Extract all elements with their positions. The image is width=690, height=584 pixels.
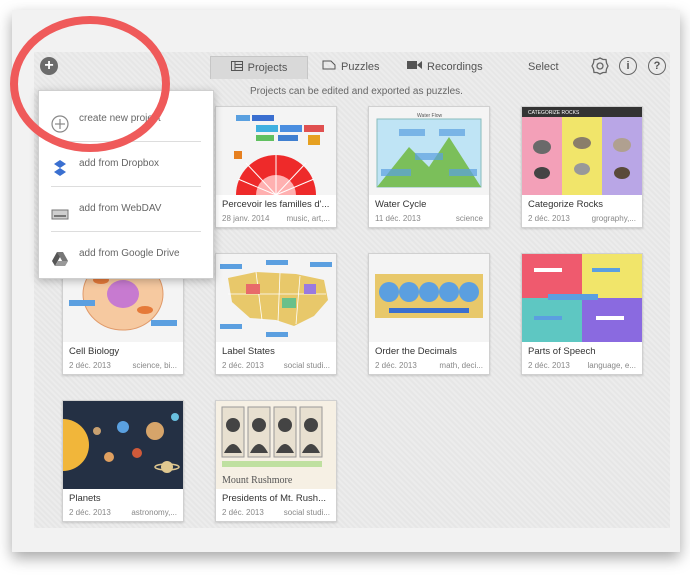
info-icon[interactable]: i <box>619 57 637 75</box>
camera-icon <box>407 56 422 78</box>
card-tags: social studi... <box>283 508 330 517</box>
card-title: Water Cycle <box>375 199 427 210</box>
card-date: 11 déc. 2013 <box>375 214 421 223</box>
gear-icon[interactable] <box>591 57 609 75</box>
thumbnail <box>216 107 336 195</box>
thumbnail <box>369 254 489 342</box>
thumbnail <box>522 254 642 342</box>
annotation-circle <box>10 16 170 152</box>
dropbox-icon <box>51 154 69 177</box>
card-tags: math, deci... <box>439 361 483 370</box>
card-tags: science, bi... <box>132 361 177 370</box>
card-title: Parts of Speech <box>528 346 596 357</box>
tab-puzzles-label: Puzzles <box>341 61 380 73</box>
puzzles-icon <box>322 56 336 78</box>
card-title: Label States <box>222 346 275 357</box>
card-date: 2 déc. 2013 <box>69 361 111 370</box>
project-card-categorize-rocks[interactable]: CATEGORIZE ROCKS Categorize Rocks 2 déc.… <box>521 106 643 228</box>
card-date: 28 janv. 2014 <box>222 214 270 223</box>
help-icon[interactable]: ? <box>648 57 666 75</box>
card-title: Presidents of Mt. Rush... <box>222 493 327 504</box>
drive-icon <box>51 199 69 220</box>
tab-projects[interactable]: Projects <box>210 56 308 79</box>
card-date: 2 déc. 2013 <box>69 508 111 517</box>
thumbnail <box>63 401 183 489</box>
card-title: Planets <box>69 493 101 504</box>
tab-puzzles[interactable]: Puzzles <box>322 56 380 78</box>
card-tags: grography,... <box>591 214 636 223</box>
card-tags: science <box>455 214 483 223</box>
tab-projects-label: Projects <box>247 62 288 74</box>
card-tags: language, e... <box>587 361 636 370</box>
card-title: Order the Decimals <box>375 346 457 357</box>
project-card-parts-of-speech[interactable]: Parts of Speech 2 déc. 2013 language, e.… <box>521 253 643 375</box>
projects-icon <box>230 57 243 79</box>
card-title: Percevoir les familles d'... <box>222 199 330 210</box>
tab-recordings-label: Recordings <box>427 61 483 73</box>
thumb-caption: Mount Rushmore <box>222 475 293 486</box>
menu-item-label: add from WebDAV <box>79 203 162 214</box>
card-date: 2 déc. 2013 <box>528 361 570 370</box>
card-date: 2 déc. 2013 <box>222 361 264 370</box>
google-drive-icon <box>51 244 69 267</box>
card-title: Cell Biology <box>69 346 120 357</box>
project-card-order-decimals[interactable]: Order the Decimals 2 déc. 2013 math, dec… <box>368 253 490 375</box>
card-date: 2 déc. 2013 <box>222 508 264 517</box>
project-card-percevoir[interactable]: Percevoir les familles d'... 28 janv. 20… <box>215 106 337 228</box>
menu-item-label: add from Dropbox <box>79 158 160 169</box>
thumbnail: Water Flow <box>369 107 489 195</box>
thumb-caption: CATEGORIZE ROCKS <box>528 110 580 116</box>
thumbnail: Mount Rushmore <box>216 401 336 489</box>
card-date: 2 déc. 2013 <box>375 361 417 370</box>
thumbnail <box>216 254 336 342</box>
card-title: Categorize Rocks <box>528 199 603 210</box>
menu-item-add-from-webdav[interactable]: add from WebDAV <box>51 187 201 232</box>
card-tags: music, art,... <box>286 214 330 223</box>
menu-item-label: add from Google Drive <box>79 248 180 259</box>
thumbnail: CATEGORIZE ROCKS <box>522 107 642 195</box>
project-card-label-states[interactable]: Label States 2 déc. 2013 social studi... <box>215 253 337 375</box>
select-button[interactable]: Select <box>528 56 559 78</box>
card-date: 2 déc. 2013 <box>528 214 570 223</box>
card-tags: astronomy,... <box>131 508 177 517</box>
card-tags: social studi... <box>283 361 330 370</box>
project-card-water-cycle[interactable]: Water Flow Water Cycle 11 déc. 2013 scie… <box>368 106 490 228</box>
projects-hint: Projects can be edited and exported as p… <box>250 86 463 97</box>
tab-recordings[interactable]: Recordings <box>407 56 483 78</box>
thumb-caption: Water Flow <box>417 113 442 119</box>
project-card-presidents[interactable]: Mount Rushmore Presidents of Mt. Rush...… <box>215 400 337 522</box>
project-card-planets[interactable]: Planets 2 déc. 2013 astronomy,... <box>62 400 184 522</box>
menu-item-add-from-google-drive[interactable]: add from Google Drive <box>51 232 201 276</box>
